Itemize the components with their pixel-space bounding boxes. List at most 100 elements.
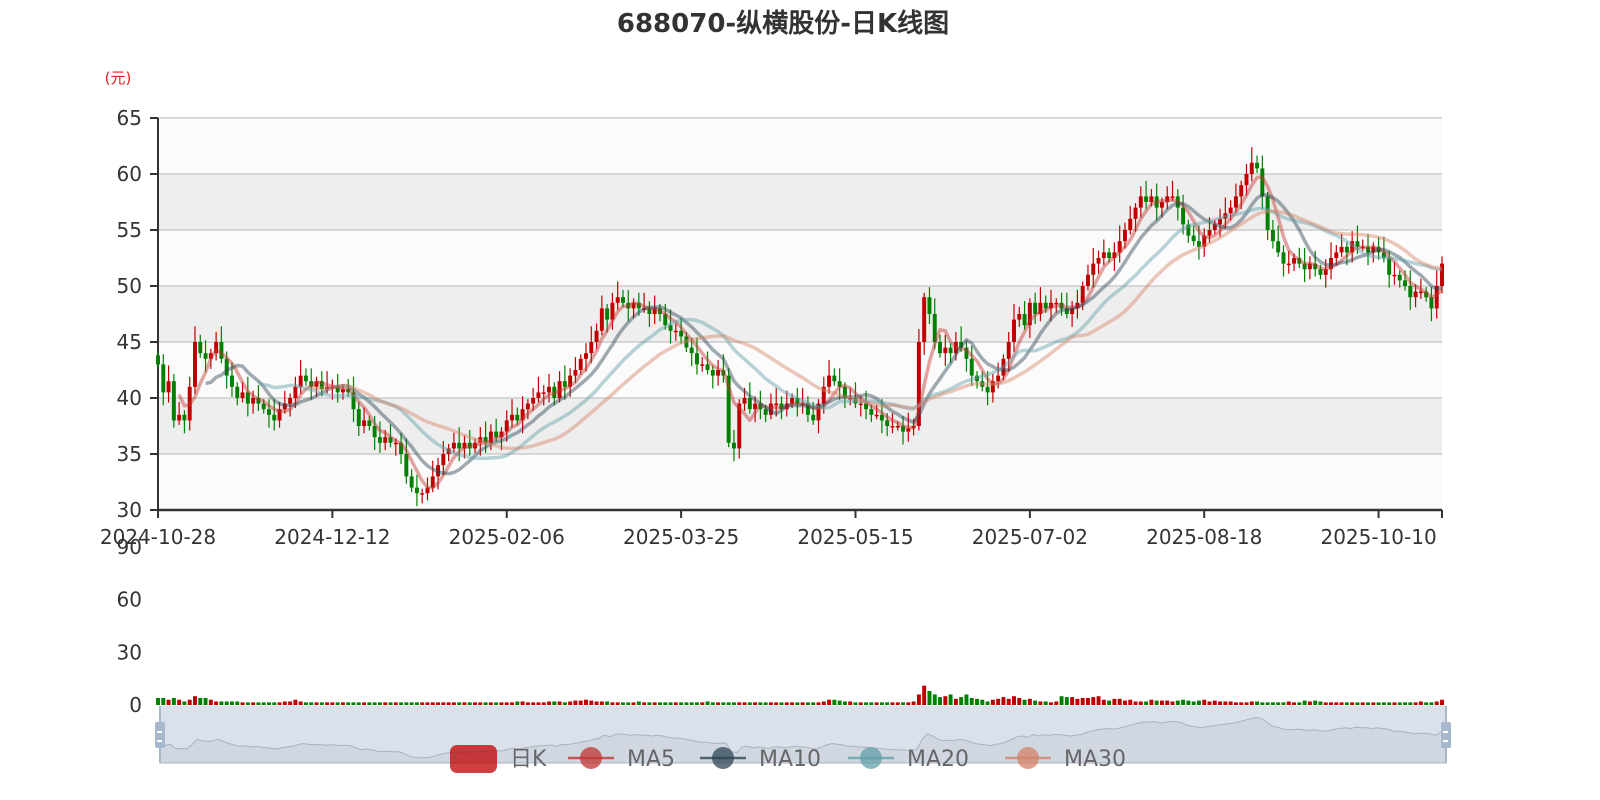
volume-bar: [742, 702, 747, 705]
candle-up: [177, 414, 182, 421]
volume-bar: [504, 702, 509, 705]
slider-right-handle[interactable]: [1441, 722, 1451, 748]
candle-up: [858, 403, 863, 406]
legend-marker-icon[interactable]: [860, 747, 882, 769]
slider-left-handle[interactable]: [155, 722, 165, 748]
volume-bar: [1355, 702, 1360, 705]
volume-bar: [1202, 699, 1207, 705]
volume-bar: [293, 699, 298, 705]
volume-bar: [451, 702, 456, 705]
candle-up: [547, 386, 551, 393]
volume-bar: [1022, 699, 1027, 705]
volume-bar: [240, 702, 245, 705]
candle-up: [1054, 302, 1059, 305]
volume-bar: [1265, 702, 1270, 705]
legend-item-ma30[interactable]: MA30: [1064, 747, 1126, 772]
legend-item-ma10[interactable]: MA10: [759, 747, 821, 772]
volume-bar: [747, 702, 752, 705]
volume-bar: [573, 700, 578, 705]
volume-bar: [1128, 699, 1133, 705]
candle-up: [615, 297, 620, 303]
y-tick-label: 40: [117, 386, 142, 410]
volume-bar: [187, 699, 192, 705]
volume-bar: [610, 702, 615, 705]
candle-down: [272, 414, 277, 421]
legend-item-日k[interactable]: 日K: [510, 747, 547, 772]
volume-bar: [367, 702, 372, 705]
volume-y-axis: 0 30 60 90: [117, 535, 142, 717]
grid-bands: [158, 118, 1442, 510]
volume-bar: [1329, 702, 1334, 705]
volume-bar: [901, 702, 906, 705]
slider-handle-grip-icon: [157, 731, 162, 733]
volume-bar: [314, 702, 319, 705]
volume-bar: [642, 702, 647, 705]
candle-down: [1144, 196, 1149, 202]
candle-up: [1413, 291, 1418, 298]
volume-bar: [911, 701, 916, 705]
volume-bar: [414, 702, 419, 705]
volume-bar: [948, 694, 953, 705]
volume-bar: [1054, 701, 1059, 705]
volume-bar: [895, 702, 900, 705]
volume-bar: [705, 701, 710, 705]
candle-down: [621, 297, 625, 303]
slider-handle-grip-icon: [1443, 740, 1448, 742]
candle-up: [895, 426, 900, 428]
volume-bar: [1270, 702, 1275, 705]
volume-bar: [1064, 697, 1069, 705]
volume-bar: [1033, 700, 1038, 705]
volume-bar: [864, 702, 869, 705]
volume-bar: [282, 701, 287, 705]
volume-bar: [177, 699, 182, 705]
legend-icon-candle[interactable]: [450, 745, 497, 773]
volume-bar: [356, 702, 361, 705]
volume-bar: [679, 702, 684, 705]
candle-down: [694, 353, 699, 365]
candle-down: [562, 381, 567, 387]
candle-down: [948, 347, 953, 354]
legend-marker-icon[interactable]: [1017, 747, 1039, 769]
x-tick-label: 2025-10-10: [1320, 525, 1436, 549]
candle-up: [584, 353, 588, 359]
volume-bar: [768, 702, 773, 705]
candle-down: [235, 386, 240, 398]
y-tick-label: 50: [117, 274, 142, 298]
legend-item-ma5[interactable]: MA5: [627, 747, 675, 772]
volume-bar: [1006, 698, 1011, 705]
volume-bar: [1107, 700, 1112, 705]
candle-down: [1397, 274, 1402, 281]
candle-down: [1387, 258, 1392, 275]
candle-up: [1138, 196, 1143, 208]
volume-bar: [420, 702, 425, 705]
y-tick-label: 45: [117, 330, 142, 354]
candle-up: [922, 297, 927, 342]
volume-bar: [436, 702, 441, 705]
volume-bar: [1070, 697, 1075, 705]
legend-marker-icon[interactable]: [580, 747, 602, 769]
volume-bar: [1424, 702, 1429, 705]
volume-bar: [1149, 699, 1154, 705]
volume-bar: [790, 702, 795, 705]
volume-bar: [1186, 700, 1191, 705]
volume-bar: [668, 702, 673, 705]
volume-bar: [763, 702, 768, 705]
volume-bar: [488, 702, 493, 705]
candle-down: [969, 358, 974, 376]
volume-bar: [980, 699, 985, 705]
candle-up: [1128, 218, 1133, 230]
volume-bar: [541, 702, 546, 705]
volume-bar: [1086, 697, 1090, 705]
volume-bar: [1429, 702, 1434, 705]
volume-bar: [599, 701, 604, 705]
volume-bar: [520, 701, 525, 705]
volume-bar: [1165, 700, 1170, 705]
legend-item-ma20[interactable]: MA20: [907, 747, 969, 772]
legend-marker-icon[interactable]: [712, 747, 734, 769]
y-tick-label: 35: [117, 442, 142, 466]
volume-bar: [779, 702, 784, 705]
volume-bar: [1397, 702, 1402, 705]
volume-bar: [404, 702, 409, 705]
volume-bar: [584, 699, 588, 705]
volume-bar: [774, 702, 779, 705]
